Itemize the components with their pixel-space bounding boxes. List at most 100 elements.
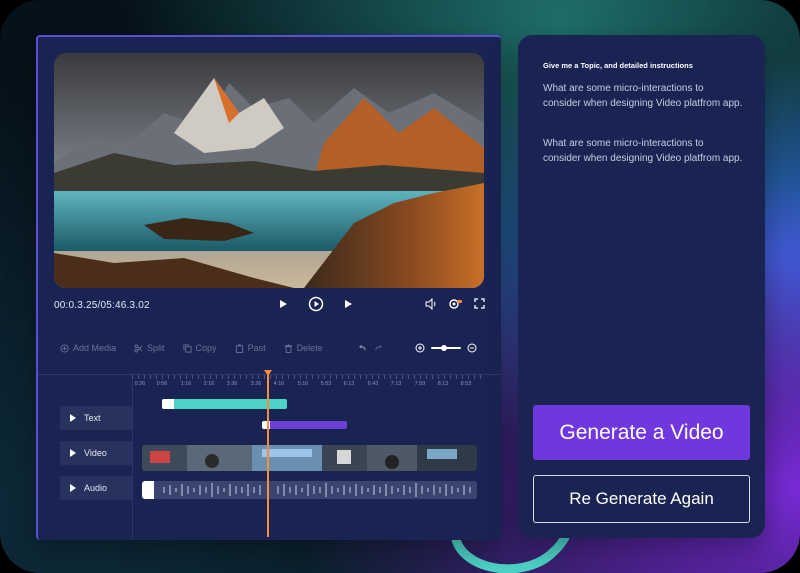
timecode: 00:0.3.25/05:46.3.02 bbox=[54, 300, 150, 311]
track-header-video[interactable]: Video bbox=[60, 441, 132, 465]
ruler-tick bbox=[402, 375, 403, 379]
zoom-slider[interactable] bbox=[431, 345, 461, 351]
ruler-tick bbox=[138, 375, 139, 379]
ruler-tick bbox=[168, 375, 169, 379]
undo-icon[interactable] bbox=[358, 344, 367, 353]
ruler-tick bbox=[420, 375, 421, 379]
ruler-tick bbox=[192, 375, 193, 379]
ruler-tick bbox=[456, 375, 457, 379]
ruler-tick bbox=[186, 375, 187, 379]
ruler-tick bbox=[258, 375, 259, 379]
ruler-tick bbox=[444, 375, 445, 379]
ruler-tick bbox=[252, 375, 253, 379]
ruler-tick bbox=[408, 375, 409, 379]
track-label: Video bbox=[84, 448, 107, 458]
ruler-tick bbox=[288, 375, 289, 379]
ruler-tick bbox=[432, 375, 433, 379]
delete-button[interactable]: Delete bbox=[284, 343, 323, 353]
split-icon bbox=[134, 343, 143, 353]
copy-icon bbox=[182, 343, 192, 353]
ruler-tick bbox=[366, 375, 367, 379]
redo-icon[interactable] bbox=[374, 344, 383, 353]
split-label: Split bbox=[147, 343, 165, 353]
ruler-tick bbox=[132, 375, 133, 379]
ruler-tick bbox=[372, 375, 373, 379]
copy-button[interactable]: Copy bbox=[182, 343, 217, 353]
ruler-tick bbox=[438, 375, 439, 379]
timeline-ruler[interactable]: 0:26 0:56 1:16 2:16 3:36 3:26 4:16 5:16 … bbox=[132, 374, 484, 391]
ruler-tick bbox=[426, 375, 427, 379]
ruler-tick bbox=[384, 375, 385, 379]
video-preview[interactable] bbox=[54, 53, 484, 288]
ruler-label: 8:53 bbox=[460, 381, 472, 387]
expand-icon bbox=[70, 449, 76, 457]
ruler-tick bbox=[294, 375, 295, 379]
ruler-tick bbox=[210, 375, 211, 379]
ruler-tick bbox=[204, 375, 205, 379]
split-button[interactable]: Split bbox=[134, 343, 165, 353]
generate-video-button[interactable]: Generate a Video bbox=[533, 405, 750, 460]
fullscreen-icon bbox=[474, 298, 485, 309]
ruler-tick bbox=[414, 375, 415, 379]
volume-button[interactable] bbox=[425, 298, 437, 310]
ruler-tick bbox=[156, 375, 157, 379]
copy-label: Copy bbox=[195, 343, 217, 353]
paste-button[interactable]: Past bbox=[235, 343, 266, 353]
ruler-tick bbox=[330, 375, 331, 379]
ruler-label: 7:13 bbox=[390, 381, 402, 387]
ruler-tick bbox=[246, 375, 247, 379]
ruler-label: 8:13 bbox=[437, 381, 449, 387]
ruler-tick bbox=[390, 375, 391, 379]
ruler-label: 3:26 bbox=[250, 381, 262, 387]
ruler-tick bbox=[144, 375, 145, 379]
ruler-tick bbox=[228, 375, 229, 379]
ruler-label: 1:16 bbox=[180, 381, 192, 387]
edit-toolbar: Add Media Split Copy Past Delete bbox=[60, 343, 341, 353]
track-header-audio[interactable]: Audio bbox=[60, 476, 132, 500]
ruler-tick bbox=[162, 375, 163, 379]
ruler-tick bbox=[150, 375, 151, 379]
settings-icon bbox=[449, 299, 462, 309]
ruler-label: 2:16 bbox=[203, 381, 215, 387]
add-media-button[interactable]: Add Media bbox=[60, 343, 116, 353]
ruler-tick bbox=[378, 375, 379, 379]
playhead[interactable] bbox=[267, 372, 269, 537]
video-clip-strip[interactable] bbox=[142, 445, 477, 471]
audio-waveform[interactable] bbox=[142, 481, 477, 499]
ruler-tick bbox=[462, 375, 463, 379]
ruler-tick bbox=[198, 375, 199, 379]
ruler-label: 6:13 bbox=[343, 381, 355, 387]
waveform bbox=[142, 481, 471, 499]
ruler-tick bbox=[348, 375, 349, 379]
play-button[interactable] bbox=[278, 299, 288, 309]
settings-button[interactable] bbox=[448, 298, 462, 310]
ruler-tick bbox=[276, 375, 277, 379]
play-pause-button[interactable] bbox=[308, 296, 324, 312]
overlay-clip[interactable] bbox=[262, 421, 347, 429]
zoom-out-icon[interactable] bbox=[467, 343, 477, 353]
ruler-label: 0:26 bbox=[134, 381, 146, 387]
ruler-tick bbox=[360, 375, 361, 379]
ruler-tick bbox=[300, 375, 301, 379]
next-icon bbox=[345, 300, 352, 308]
ruler-tick bbox=[180, 375, 181, 379]
ruler-label: 6:43 bbox=[367, 381, 379, 387]
track-header-divider bbox=[132, 374, 133, 540]
regenerate-button[interactable]: Re Generate Again bbox=[533, 475, 750, 523]
zoom-in-icon[interactable] bbox=[415, 343, 425, 353]
ruler-tick bbox=[342, 375, 343, 379]
ruler-label: 7:59 bbox=[414, 381, 426, 387]
delete-icon bbox=[284, 343, 292, 353]
ruler-tick bbox=[480, 375, 481, 379]
ruler-tick bbox=[396, 375, 397, 379]
volume-icon bbox=[425, 298, 436, 310]
ruler-tick bbox=[174, 375, 175, 379]
track-label: Audio bbox=[84, 483, 108, 493]
prompt-message: What are some micro-interactions to cons… bbox=[543, 83, 743, 109]
expand-icon bbox=[70, 484, 76, 492]
add-media-label: Add Media bbox=[73, 343, 117, 353]
next-frame-button[interactable] bbox=[343, 299, 353, 309]
zoom-slider-knob[interactable] bbox=[441, 345, 447, 351]
track-header-text[interactable]: Text bbox=[60, 406, 132, 430]
fullscreen-button[interactable] bbox=[474, 298, 485, 309]
